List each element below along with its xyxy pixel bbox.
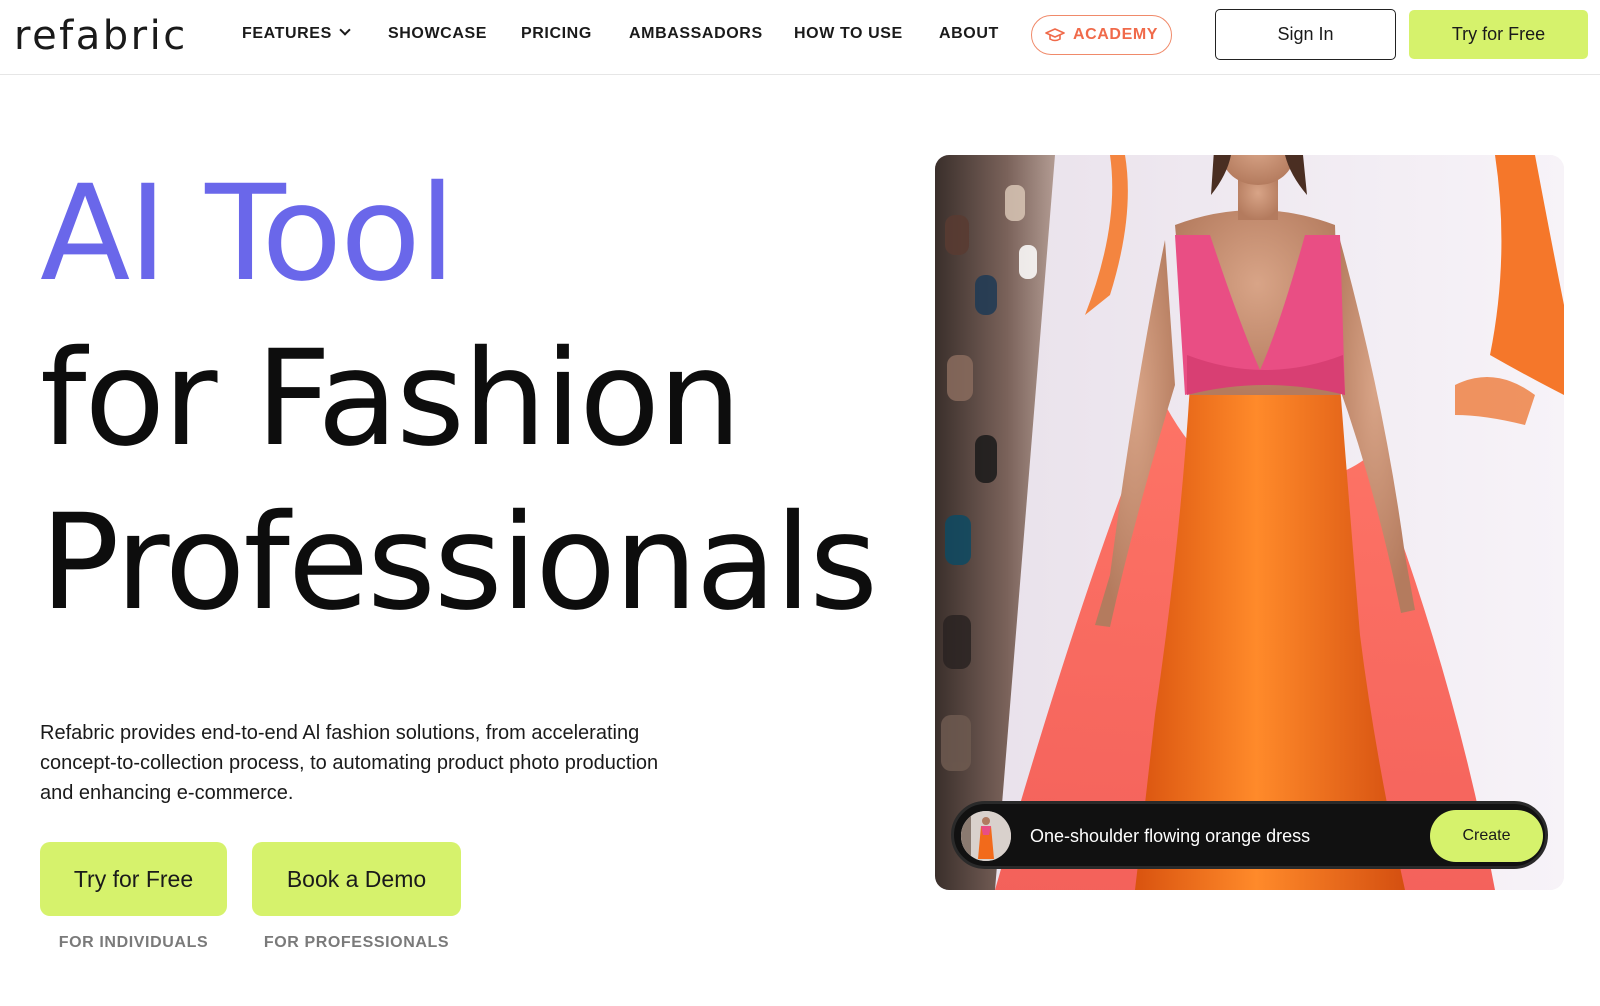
dress-thumbnail (961, 811, 1011, 861)
refabric-logo[interactable]: refabric (14, 12, 188, 60)
for-individuals-caption: FOR INDIVIDUALS (58, 934, 209, 951)
hero-description: Refabric provides end-to-end Al fashion … (40, 722, 659, 804)
nav-about[interactable]: ABOUT (939, 24, 999, 44)
academy-button[interactable]: ACADEMY (1031, 15, 1172, 55)
nav-features[interactable]: FEATURES (242, 24, 351, 44)
hero-title-line-3: Professionals (40, 486, 878, 640)
book-a-demo-button[interactable]: Book a Demo (252, 842, 461, 916)
for-professionals-caption: FOR PROFESSIONALS (263, 934, 450, 951)
nav-ambassadors[interactable]: AMBASSADORS (629, 24, 763, 44)
runway-model-illustration (935, 155, 1564, 890)
runway-showcase-image: One-shoulder flowing orange dress Create (935, 155, 1564, 890)
nav-pricing[interactable]: PRICING (521, 24, 592, 44)
create-button[interactable]: Create (1430, 810, 1543, 862)
chevron-down-icon (339, 24, 351, 36)
prompt-text[interactable]: One-shoulder flowing orange dress (1030, 826, 1310, 847)
site-header: refabric FEATURES SHOWCASE PRICING AMBAS… (0, 0, 1600, 75)
dress-thumbnail-image (961, 811, 1011, 861)
try-for-free-button[interactable]: Try for Free (40, 842, 227, 916)
sign-in-button[interactable]: Sign In (1215, 9, 1396, 60)
hero-title-line-2: for Fashion (40, 322, 742, 476)
try-for-free-header-button[interactable]: Try for Free (1409, 10, 1588, 59)
nav-showcase[interactable]: SHOWCASE (388, 24, 487, 44)
academy-label: ACADEMY (1072, 26, 1159, 43)
graduation-cap-icon (1045, 28, 1065, 42)
nav-features-label: FEATURES (242, 25, 332, 42)
hero-title-line-1: AI Tool (40, 157, 456, 311)
nav-how-to-use[interactable]: HOW TO USE (794, 24, 903, 44)
prompt-bar: One-shoulder flowing orange dress Create (951, 801, 1548, 869)
